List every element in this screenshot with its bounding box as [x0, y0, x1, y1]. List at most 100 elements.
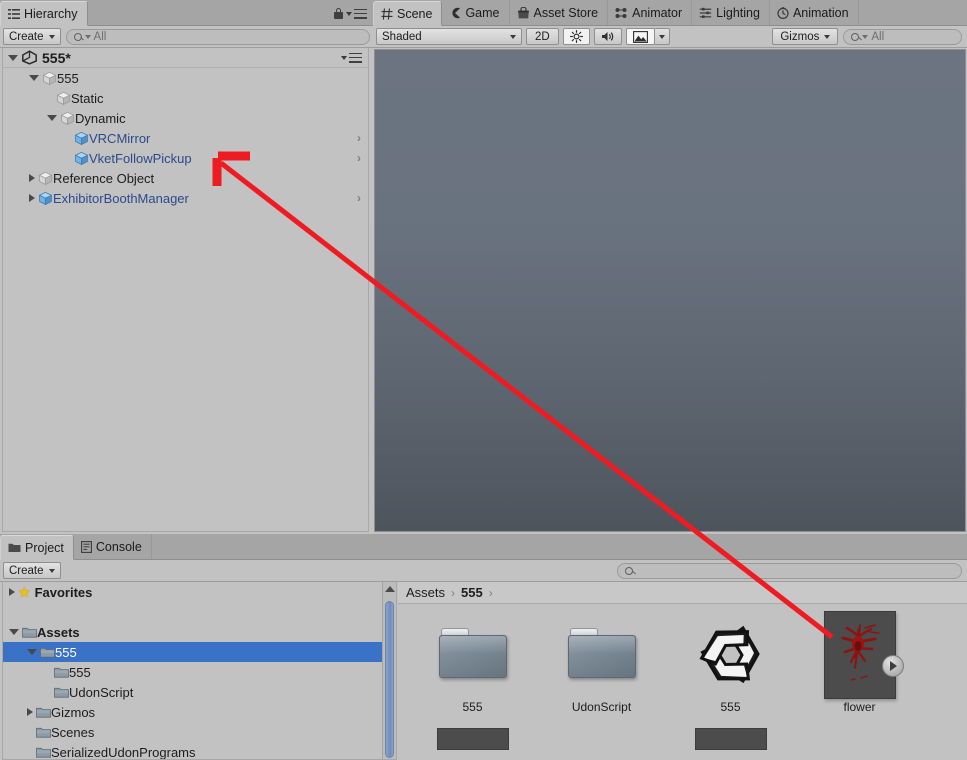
breadcrumb: Assets › 555 › [398, 582, 967, 604]
asset-item[interactable]: flower [795, 605, 924, 714]
tab-animator[interactable]: Animator [608, 0, 693, 25]
hierarchy-icon [8, 8, 20, 19]
asset-item[interactable] [537, 714, 666, 750]
hierarchy-create-button[interactable]: Create [3, 28, 61, 45]
asset-item[interactable]: UdonScript [537, 605, 666, 714]
chevron-right-icon[interactable] [9, 588, 15, 596]
hierarchy-row[interactable]: Reference Object [3, 168, 368, 188]
hierarchy-scene-row[interactable]: 555* [3, 48, 368, 68]
project-tree-label: Favorites [34, 584, 93, 600]
hierarchy-row[interactable]: VRCMirror › [3, 128, 368, 148]
tab-label: Lighting [716, 5, 760, 20]
cube-icon [38, 171, 53, 185]
chevron-down-icon[interactable] [9, 629, 19, 635]
cube-icon [56, 91, 71, 105]
prefab-open-chevron-icon[interactable]: › [357, 131, 361, 145]
prefab-open-chevron-icon[interactable]: › [357, 191, 361, 205]
chevron-right-icon[interactable] [29, 174, 35, 182]
project-tree-row[interactable]: 555 [3, 642, 396, 662]
project-search-input[interactable] [617, 562, 962, 579]
asset-item[interactable]: 555 [666, 605, 795, 714]
tab-label: Asset Store [533, 5, 599, 20]
chevron-right-icon[interactable] [29, 194, 35, 202]
tab-label: Game [465, 5, 500, 20]
chevron-down-icon [48, 34, 55, 39]
toggle-2d-button[interactable]: 2D [526, 28, 559, 45]
breadcrumb-item[interactable]: Assets [406, 585, 445, 600]
folder-icon [22, 627, 37, 638]
asset-item[interactable]: 555 [408, 605, 537, 714]
folder-icon [36, 747, 51, 758]
project-asset-browser: Assets › 555 › 555 UdonScript 555 flower [398, 582, 967, 760]
scene-search-input[interactable]: All [843, 28, 962, 45]
asset-item[interactable] [408, 714, 537, 750]
chevron-down-icon[interactable] [29, 75, 39, 81]
project-tree-row[interactable]: UdonScript [3, 682, 396, 702]
hierarchy-tree: 555* 555 Static Dynamic VRCMirror › Vket… [2, 48, 369, 532]
hierarchy-row[interactable]: Static [3, 88, 368, 108]
hierarchy-row[interactable]: VketFollowPickup › [3, 148, 368, 168]
chevron-down-icon[interactable] [27, 649, 37, 655]
tab-hierarchy[interactable]: Hierarchy [0, 1, 88, 26]
flower-texture-preview [841, 624, 880, 681]
asset-item[interactable] [666, 714, 795, 750]
chevron-down-icon[interactable] [8, 54, 18, 61]
hierarchy-row[interactable]: ExhibitorBoothManager › [3, 188, 368, 208]
console-icon [80, 540, 92, 553]
cube-icon [42, 71, 57, 85]
scene-view-toolbar: Shaded 2D Gizmos All [373, 26, 967, 48]
tab-hierarchy-label: Hierarchy [24, 6, 78, 21]
asset-grid: 555 UdonScript 555 flower [408, 605, 967, 760]
hierarchy-row[interactable]: Dynamic [3, 108, 368, 128]
prefab-cube-icon [74, 131, 89, 145]
project-create-button[interactable]: Create [3, 562, 61, 579]
draw-mode-label: Shaded [382, 30, 422, 43]
asset-label: 555 [462, 700, 483, 714]
scene-viewport[interactable] [374, 49, 966, 532]
tab-asset-store[interactable]: Asset Store [509, 0, 609, 25]
project-tree-row[interactable]: ★ Favorites [3, 582, 396, 602]
tab-animation[interactable]: Animation [769, 0, 859, 25]
breadcrumb-separator-icon: › [488, 585, 493, 600]
scene-lighting-toggle[interactable] [562, 28, 590, 45]
tab-lighting[interactable]: Lighting [692, 0, 770, 25]
tab-console[interactable]: Console [73, 534, 152, 559]
scene-audio-toggle[interactable] [593, 28, 622, 45]
tab-project[interactable]: Project [0, 535, 74, 560]
breadcrumb-item[interactable]: 555 [461, 585, 483, 600]
project-tree-row[interactable]: 555 [3, 662, 396, 682]
project-create-label: Create [9, 564, 44, 577]
project-tree-scrollbar[interactable] [382, 582, 396, 759]
chevron-down-icon [48, 568, 55, 573]
tab-game[interactable]: Game [442, 0, 510, 25]
project-tree-label: Scenes [51, 724, 95, 740]
hierarchy-row[interactable]: 555 [3, 68, 368, 88]
asset-item[interactable] [795, 714, 924, 750]
chevron-down-icon[interactable] [47, 115, 57, 121]
scene-effects-dropdown[interactable] [654, 28, 670, 45]
search-filter-chevron-icon [84, 34, 91, 39]
scene-view-tabbar: Scene Game Asset Store Animator Lighting… [373, 0, 967, 26]
preview-play-button[interactable] [881, 655, 904, 677]
scroll-up-arrow-icon[interactable] [384, 586, 395, 592]
scene-effects-toggle[interactable] [625, 28, 655, 45]
scene-search-placeholder: All [871, 30, 885, 43]
folder-icon [36, 707, 51, 718]
project-tree-row[interactable]: Scenes [3, 722, 396, 742]
project-tree-row[interactable]: SerializedUdonPrograms [3, 742, 396, 759]
hierarchy-menu-button[interactable] [346, 8, 367, 19]
hierarchy-search-input[interactable]: All [65, 28, 370, 45]
draw-mode-dropdown[interactable]: Shaded [376, 28, 522, 45]
chevron-right-icon[interactable] [27, 708, 33, 716]
scrollbar-thumb[interactable] [385, 601, 394, 758]
project-tree-row[interactable]: Assets [3, 622, 396, 642]
scene-context-menu-button[interactable] [341, 52, 362, 63]
lock-icon[interactable] [334, 8, 343, 19]
scene-view-panel: Scene Game Asset Store Animator Lighting… [373, 0, 967, 534]
hierarchy-search-placeholder: All [93, 30, 107, 43]
asset-grid-partial-row [408, 714, 967, 750]
project-tree-row[interactable]: Gizmos [3, 702, 396, 722]
prefab-open-chevron-icon[interactable]: › [357, 151, 361, 165]
tab-scene[interactable]: Scene [373, 1, 443, 26]
gizmos-dropdown[interactable]: Gizmos [772, 28, 839, 45]
